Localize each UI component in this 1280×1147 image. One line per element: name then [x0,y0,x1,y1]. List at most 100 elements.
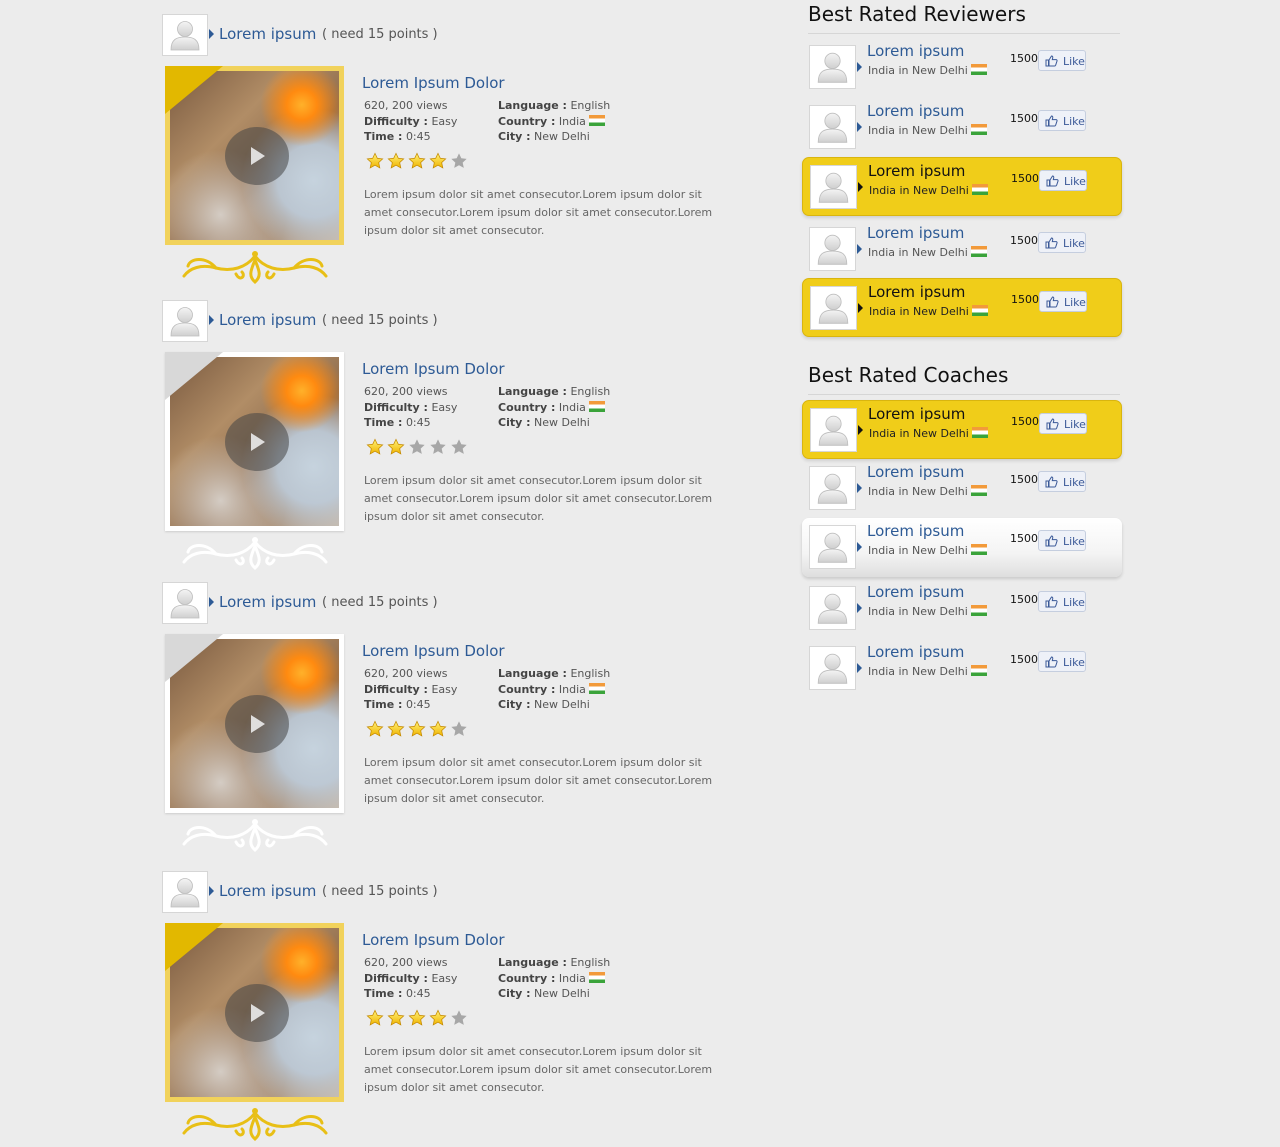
country: Country : India [498,401,605,414]
star-filled-icon[interactable] [408,152,429,174]
coach-card[interactable]: Lorem ipsum India in New Delhi 1500 Like [802,518,1122,577]
avatar[interactable] [809,105,856,149]
reviewer-card[interactable]: Lorem ipsum India in New Delhi 1500 Like [802,220,1122,279]
avatar[interactable] [162,582,208,624]
video-title[interactable]: Lorem Ipsum Dolor [362,74,505,92]
ornament-flourish [176,532,334,572]
star-empty-icon[interactable] [450,1010,471,1031]
avatar[interactable] [809,586,856,630]
avatar[interactable] [809,466,856,510]
like-button[interactable]: Like [1038,110,1086,131]
like-button[interactable]: Like [1038,232,1086,253]
star-filled-icon[interactable] [408,720,429,742]
person-name[interactable]: Lorem ipsum [868,283,965,301]
star-empty-icon[interactable] [450,153,471,174]
like-button[interactable]: Like [1038,471,1086,492]
author-name[interactable]: Lorem ipsum [219,882,316,900]
play-icon[interactable] [225,413,289,471]
avatar[interactable] [162,871,208,913]
avatar[interactable] [809,227,856,271]
avatar[interactable] [810,408,857,452]
star-empty-icon[interactable] [450,721,471,742]
star-filled-icon[interactable] [366,720,387,742]
author-name[interactable]: Lorem ipsum [219,311,316,329]
avatar[interactable] [809,45,856,89]
author-name[interactable]: Lorem ipsum [219,25,316,43]
avatar[interactable] [162,300,208,342]
video-title[interactable]: Lorem Ipsum Dolor [362,642,505,660]
like-button[interactable]: Like [1039,413,1087,434]
views-count: 620, 200 views [364,667,448,680]
star-filled-icon[interactable] [387,438,408,460]
rating-stars [366,152,471,174]
coach-card[interactable]: Lorem ipsum India in New Delhi 1500 Like [802,579,1122,638]
person-name[interactable]: Lorem ipsum [867,522,964,540]
reviewer-card[interactable]: Lorem ipsum India in New Delhi 1500 Like [802,157,1122,216]
difficulty: Difficulty : Easy [364,115,458,128]
points-note: ( need 15 points ) [322,313,438,328]
video-thumbnail[interactable] [165,66,344,245]
person-name[interactable]: Lorem ipsum [868,405,965,423]
arrow-right-icon [857,483,862,493]
video-title[interactable]: Lorem Ipsum Dolor [362,931,505,949]
video-title[interactable]: Lorem Ipsum Dolor [362,360,505,378]
star-filled-icon[interactable] [429,152,450,174]
coach-card[interactable]: Lorem ipsum India in New Delhi 1500 Like [802,639,1122,698]
person-name[interactable]: Lorem ipsum [867,42,964,60]
avatar[interactable] [810,165,857,209]
reviewer-card[interactable]: Lorem ipsum India in New Delhi 1500 Like [802,98,1122,157]
star-filled-icon[interactable] [429,720,450,742]
like-button[interactable]: Like [1038,591,1086,612]
play-icon[interactable] [225,695,289,753]
video-thumbnail[interactable] [165,352,344,531]
person-name[interactable]: Lorem ipsum [867,583,964,601]
author-name[interactable]: Lorem ipsum [219,593,316,611]
corner-ribbon [165,66,223,114]
avatar[interactable] [809,525,856,569]
coaches-divider [808,394,1120,395]
person-name[interactable]: Lorem ipsum [867,102,964,120]
avatar[interactable] [810,286,857,330]
like-button[interactable]: Like [1038,50,1086,71]
like-button[interactable]: Like [1039,170,1087,191]
star-filled-icon[interactable] [408,1009,429,1031]
city: City : New Delhi [498,130,590,143]
avatar[interactable] [162,14,208,56]
like-count: 1500 [1011,172,1039,185]
video-thumbnail[interactable] [165,923,344,1102]
views-count: 620, 200 views [364,385,448,398]
india-flag-icon [970,124,987,135]
person-name[interactable]: Lorem ipsum [868,162,965,180]
star-filled-icon[interactable] [366,152,387,174]
person-name[interactable]: Lorem ipsum [867,224,964,242]
india-flag-icon [970,665,987,676]
video-thumbnail[interactable] [165,634,344,813]
reviewer-card[interactable]: Lorem ipsum India in New Delhi 1500 Like [802,278,1122,337]
coach-card[interactable]: Lorem ipsum India in New Delhi 1500 Like [802,400,1122,459]
star-filled-icon[interactable] [387,1009,408,1031]
coach-card[interactable]: Lorem ipsum India in New Delhi 1500 Like [802,459,1122,518]
star-filled-icon[interactable] [366,438,387,460]
arrow-right-icon [857,244,862,254]
points-note: ( need 15 points ) [322,595,438,610]
star-empty-icon[interactable] [450,439,471,460]
india-flag-icon [970,485,987,496]
play-icon[interactable] [225,127,289,185]
star-filled-icon[interactable] [429,1009,450,1031]
like-button[interactable]: Like [1038,530,1086,551]
like-button[interactable]: Like [1038,651,1086,672]
arrow-right-icon [209,597,214,607]
star-empty-icon[interactable] [408,439,429,460]
country: Country : India [498,972,605,985]
language: Language : English [498,99,611,112]
person-name[interactable]: Lorem ipsum [867,643,964,661]
star-filled-icon[interactable] [387,152,408,174]
star-empty-icon[interactable] [429,439,450,460]
reviewer-card[interactable]: Lorem ipsum India in New Delhi 1500 Like [802,38,1122,97]
star-filled-icon[interactable] [366,1009,387,1031]
play-icon[interactable] [225,984,289,1042]
star-filled-icon[interactable] [387,720,408,742]
person-name[interactable]: Lorem ipsum [867,463,964,481]
like-button[interactable]: Like [1039,291,1087,312]
avatar[interactable] [809,646,856,690]
